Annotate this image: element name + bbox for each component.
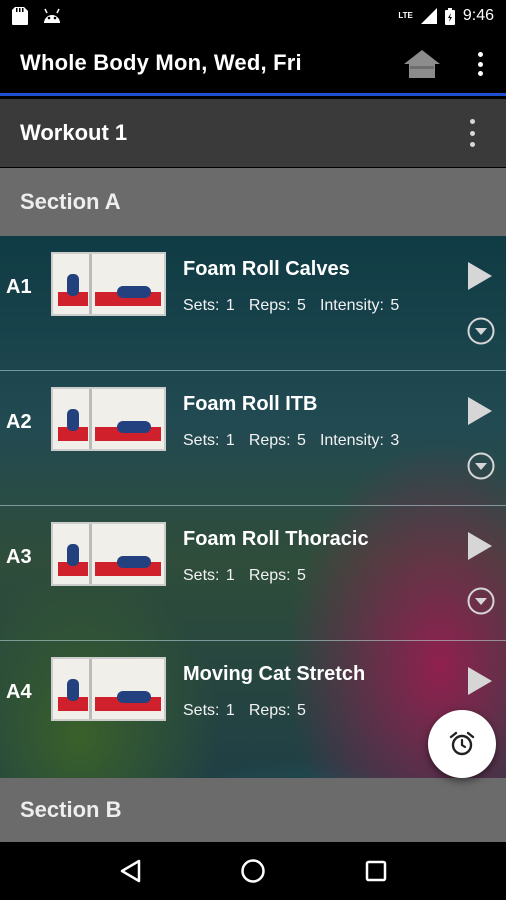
- exercise-reps: Reps: 5: [248, 432, 306, 449]
- exercise-meta: Sets: 1 Reps: 5: [183, 567, 320, 585]
- android-icon: [44, 8, 60, 23]
- signal-icon: [420, 8, 437, 24]
- section-header[interactable]: Section B: [0, 778, 506, 842]
- exercise-name: Foam Roll ITB: [183, 393, 318, 415]
- app-title: Whole Body Mon, Wed, Fri: [20, 49, 302, 75]
- exercise-code: A4: [6, 681, 32, 703]
- exercise-thumbnail[interactable]: [51, 657, 166, 721]
- exercise-thumbnail[interactable]: [51, 387, 166, 451]
- exercise-row[interactable]: A2 Foam Roll ITB Sets: 1 Reps: 5 Intensity…: [0, 371, 506, 506]
- section-title: Section A: [20, 189, 121, 214]
- exercise-intensity: Intensity: 3: [319, 432, 400, 449]
- expand-circle-icon[interactable]: [466, 451, 496, 481]
- exercise-reps: Reps: 5: [248, 702, 306, 719]
- back-icon[interactable]: [119, 859, 141, 883]
- play-icon[interactable]: [466, 530, 494, 562]
- home-circle-icon[interactable]: [240, 858, 266, 884]
- workout-more-icon[interactable]: [466, 119, 478, 147]
- app-bar: Whole Body Mon, Wed, Fri: [0, 32, 506, 96]
- recents-icon[interactable]: [365, 860, 387, 882]
- expand-circle-icon[interactable]: [466, 586, 496, 616]
- more-vert-icon[interactable]: [470, 50, 490, 78]
- exercise-reps: Reps: 5: [248, 567, 306, 584]
- exercise-meta: Sets: 1 Reps: 5 Intensity: 5: [183, 297, 413, 315]
- exercise-meta: Sets: 1 Reps: 5: [183, 702, 320, 720]
- exercise-sets: Sets: 1: [183, 432, 235, 449]
- exercise-sets: Sets: 1: [183, 567, 235, 584]
- exercise-row[interactable]: A1 Foam Roll Calves Sets: 1 Reps: 5 Intens…: [0, 236, 506, 371]
- exercise-meta: Sets: 1 Reps: 5 Intensity: 3: [183, 432, 413, 450]
- system-nav-bar: [0, 842, 506, 900]
- workout-title: Workout 1: [20, 120, 128, 145]
- sd-card-icon: [12, 7, 28, 25]
- exercise-intensity: Intensity: 5: [319, 297, 400, 314]
- exercise-thumbnail[interactable]: [51, 522, 166, 586]
- section-title: Section B: [20, 797, 122, 822]
- exercise-row[interactable]: A3 Foam Roll Thoracic Sets: 1 Reps: 5: [0, 506, 506, 641]
- exercise-code: A2: [6, 411, 32, 433]
- exercise-thumbnail[interactable]: [51, 252, 166, 316]
- status-bar: LTE 9:46: [0, 0, 506, 32]
- exercise-code: A1: [6, 276, 32, 298]
- exercise-name: Moving Cat Stretch: [183, 663, 366, 685]
- exercise-sets: Sets: 1: [183, 297, 235, 314]
- alarm-clock-icon: [449, 731, 475, 756]
- section-header[interactable]: Section A: [0, 168, 506, 236]
- play-icon[interactable]: [466, 395, 494, 427]
- clock-time: 9:46: [462, 7, 494, 24]
- exercise-reps: Reps: 5: [248, 297, 306, 314]
- play-icon[interactable]: [466, 665, 494, 697]
- network-label: LTE: [398, 11, 413, 20]
- timer-fab-button[interactable]: [428, 710, 496, 778]
- exercise-sets: Sets: 1: [183, 702, 235, 719]
- exercise-list: A1 Foam Roll Calves Sets: 1 Reps: 5 Intens…: [0, 236, 506, 778]
- exercise-name: Foam Roll Calves: [183, 258, 350, 280]
- home-icon[interactable]: [402, 48, 442, 80]
- play-icon[interactable]: [466, 260, 494, 292]
- exercise-name: Foam Roll Thoracic: [183, 528, 369, 550]
- exercise-code: A3: [6, 546, 32, 568]
- expand-circle-icon[interactable]: [466, 316, 496, 346]
- workout-header: Workout 1: [0, 99, 506, 167]
- battery-icon: [444, 7, 455, 25]
